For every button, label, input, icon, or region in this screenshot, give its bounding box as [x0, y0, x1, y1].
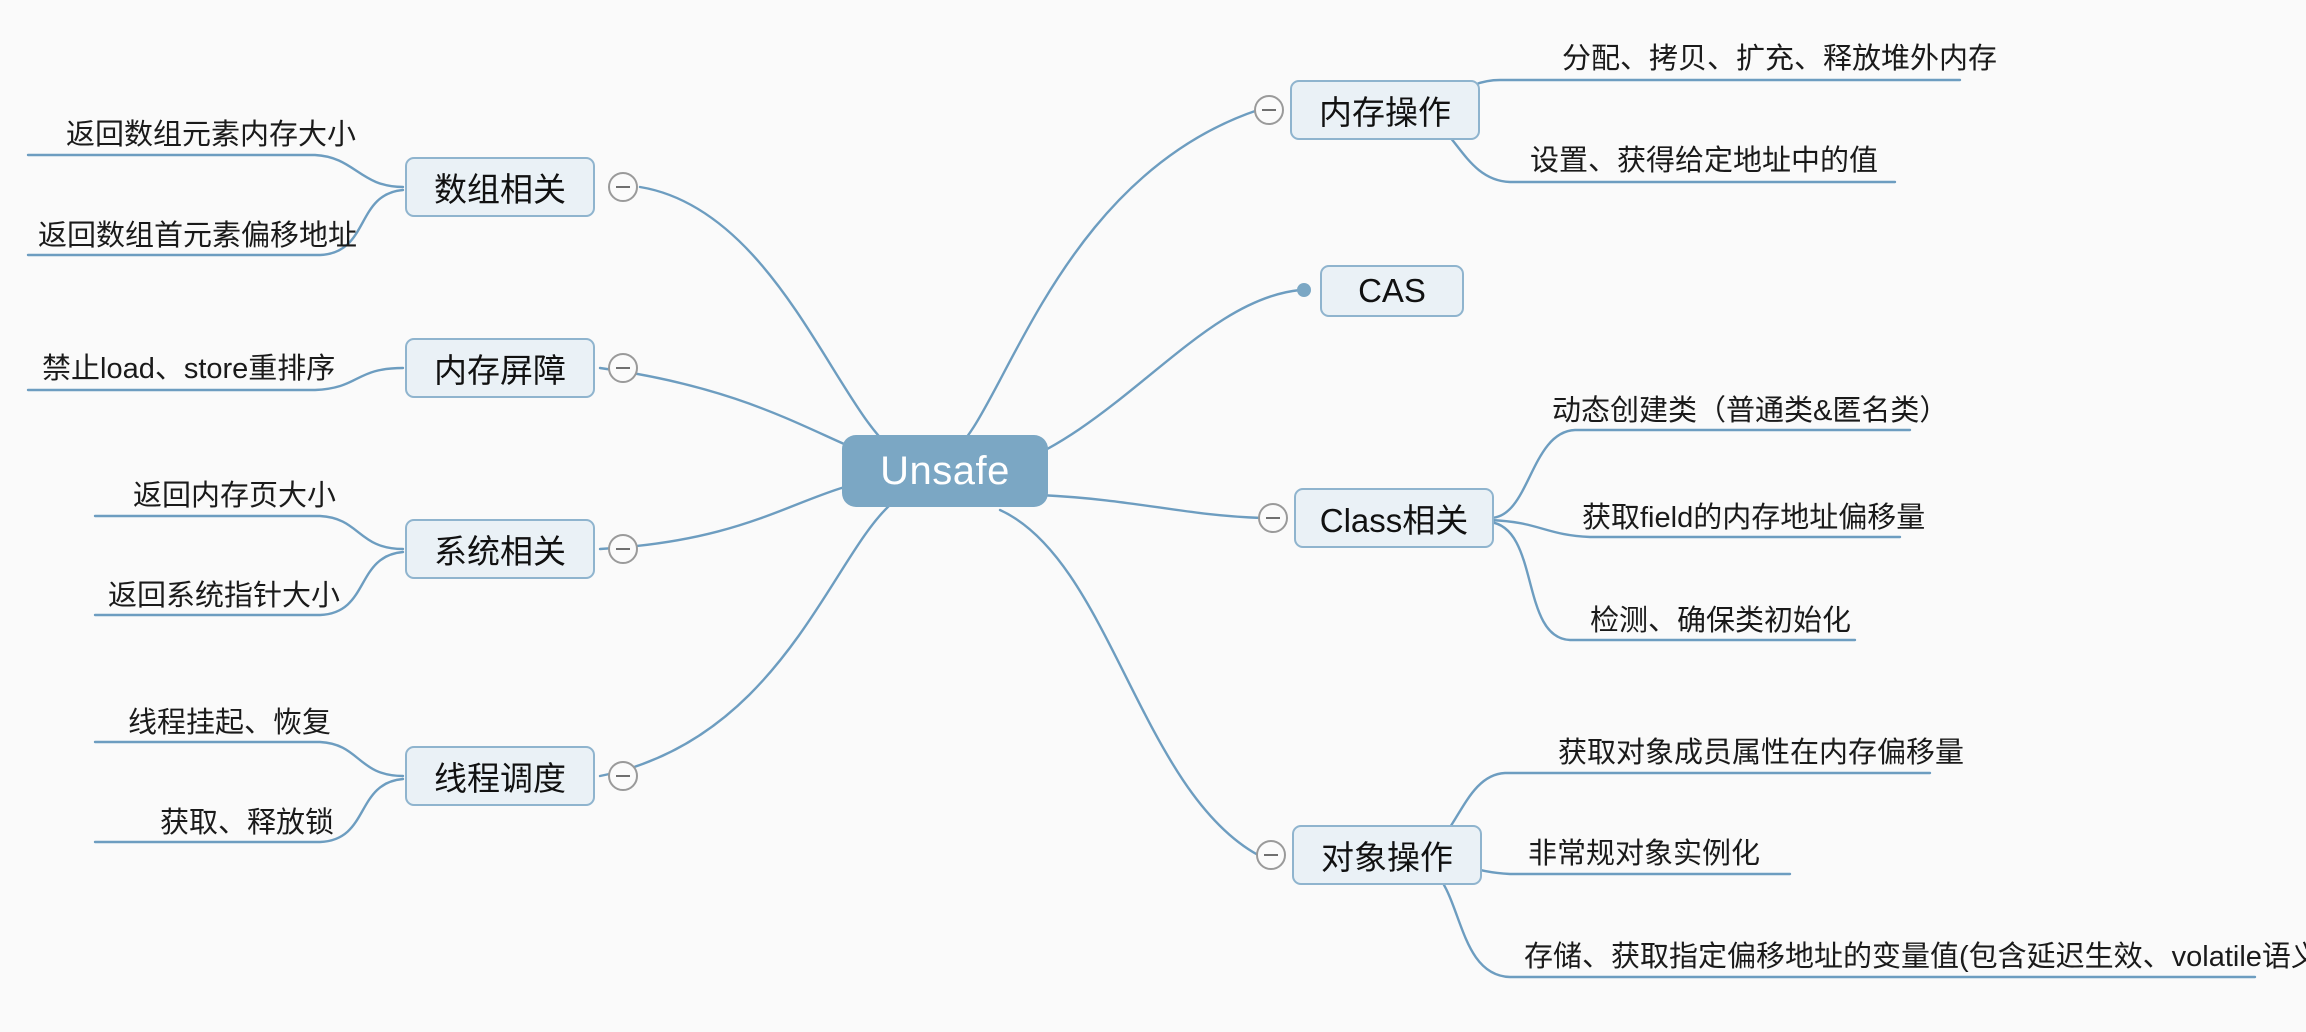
toggle-array[interactable]	[608, 172, 638, 202]
branch-node-barrier-label: 内存屏障	[434, 352, 566, 389]
branch-node-memory-ops-label: 内存操作	[1319, 94, 1451, 131]
branch-node-system-label: 系统相关	[434, 533, 566, 570]
edge-array-child-1	[26, 153, 405, 189]
branch-node-class-label: Class相关	[1319, 502, 1469, 539]
toggle-memory-ops[interactable]	[1254, 95, 1284, 125]
leaf-object-ops-3[interactable]: 存储、获取指定偏移地址的变量值(包含延迟生效、volatile语义)	[1524, 934, 2306, 974]
toggle-system[interactable]	[608, 534, 638, 564]
toggle-barrier[interactable]	[608, 353, 638, 383]
leaf-class-1-label: 动态创建类（普通类&匿名类）	[1552, 395, 1949, 427]
branch-node-object-ops[interactable]: 对象操作	[1292, 825, 1482, 885]
leaf-system-1[interactable]: 返回内存页大小	[133, 473, 383, 513]
edge-root-to-array	[638, 185, 902, 457]
edge-root-to-class	[1038, 493, 1264, 520]
branch-node-memory-ops[interactable]: 内存操作	[1290, 80, 1480, 140]
toggle-thread[interactable]	[608, 761, 638, 791]
toggle-class[interactable]	[1258, 503, 1288, 533]
toggle-cas-dot-icon[interactable]	[1297, 283, 1311, 297]
leaf-array-2-label: 返回数组首元素偏移地址	[38, 220, 358, 252]
edge-root-to-object-ops	[998, 508, 1260, 857]
leaf-class-3-label: 检测、确保类初始化	[1590, 605, 1852, 637]
leaf-array-2[interactable]: 返回数组首元素偏移地址	[38, 213, 357, 253]
branch-node-object-ops-label: 对象操作	[1321, 839, 1453, 876]
edge-memory-ops-child-1	[1408, 78, 1962, 112]
leaf-memory-ops-1[interactable]: 分配、拷贝、扩充、释放堆外内存	[1562, 36, 1997, 76]
leaf-array-1-label: 返回数组元素内存大小	[66, 119, 357, 151]
leaf-system-1-label: 返回内存页大小	[133, 480, 337, 512]
leaf-memory-ops-2-label: 设置、获得给定地址中的值	[1530, 145, 1879, 177]
root-node-label: Unsafe	[880, 448, 1010, 493]
edge-root-to-memory-ops	[946, 108, 1260, 457]
leaf-thread-2[interactable]: 获取、释放锁	[160, 800, 390, 840]
branch-node-array-label: 数组相关	[434, 171, 566, 208]
leaf-memory-ops-1-label: 分配、拷贝、扩充、释放堆外内存	[1562, 43, 1998, 75]
leaf-class-3[interactable]: 检测、确保类初始化	[1590, 598, 1940, 638]
leaf-class-2[interactable]: 获取field的内存地址偏移量	[1582, 495, 1982, 535]
leaf-memory-ops-2[interactable]: 设置、获得给定地址中的值	[1530, 138, 1900, 178]
branch-node-cas[interactable]: CAS	[1320, 265, 1464, 317]
edge-thread-child-1	[93, 740, 405, 778]
leaf-system-2[interactable]: 返回系统指针大小	[108, 573, 368, 613]
leaf-class-1[interactable]: 动态创建类（普通类&匿名类）	[1552, 388, 1952, 428]
branch-node-class[interactable]: Class相关	[1294, 488, 1494, 548]
leaf-barrier-1[interactable]: 禁止load、store重排序	[42, 346, 362, 386]
edge-system-child-1	[93, 514, 405, 551]
branch-node-thread-label: 线程调度	[434, 760, 566, 797]
leaf-class-2-label: 获取field的内存地址偏移量	[1582, 502, 1926, 534]
leaf-thread-2-label: 获取、释放锁	[160, 807, 335, 839]
leaf-system-2-label: 返回系统指针大小	[108, 580, 341, 612]
leaf-object-ops-1[interactable]: 获取对象成员属性在内存偏移量	[1558, 730, 1964, 770]
leaf-object-ops-2-label: 非常规对象实例化	[1528, 838, 1761, 870]
root-node[interactable]: Unsafe	[842, 435, 1048, 507]
branch-node-system[interactable]: 系统相关	[405, 519, 595, 579]
toggle-object-ops[interactable]	[1256, 840, 1286, 870]
leaf-object-ops-2[interactable]: 非常规对象实例化	[1528, 831, 1828, 871]
leaf-array-1[interactable]: 返回数组元素内存大小	[66, 112, 376, 152]
branch-node-barrier[interactable]: 内存屏障	[405, 338, 595, 398]
edge-root-to-thread	[598, 503, 892, 778]
branch-node-array[interactable]: 数组相关	[405, 157, 595, 217]
leaf-object-ops-3-label: 存储、获取指定偏移地址的变量值(包含延迟生效、volatile语义)	[1524, 941, 2306, 973]
leaf-object-ops-1-label: 获取对象成员属性在内存偏移量	[1558, 737, 1965, 769]
branch-node-cas-label: CAS	[1358, 272, 1426, 309]
leaf-barrier-1-label: 禁止load、store重排序	[42, 353, 336, 385]
leaf-thread-1[interactable]: 线程挂起、恢复	[128, 700, 378, 740]
leaf-thread-1-label: 线程挂起、恢复	[128, 707, 332, 739]
branch-node-thread[interactable]: 线程调度	[405, 746, 595, 806]
mindmap-canvas: Unsafe 内存操作 分配、拷贝、扩充、释放堆外内存 设置、获得给定地址中的值…	[0, 0, 2306, 1032]
